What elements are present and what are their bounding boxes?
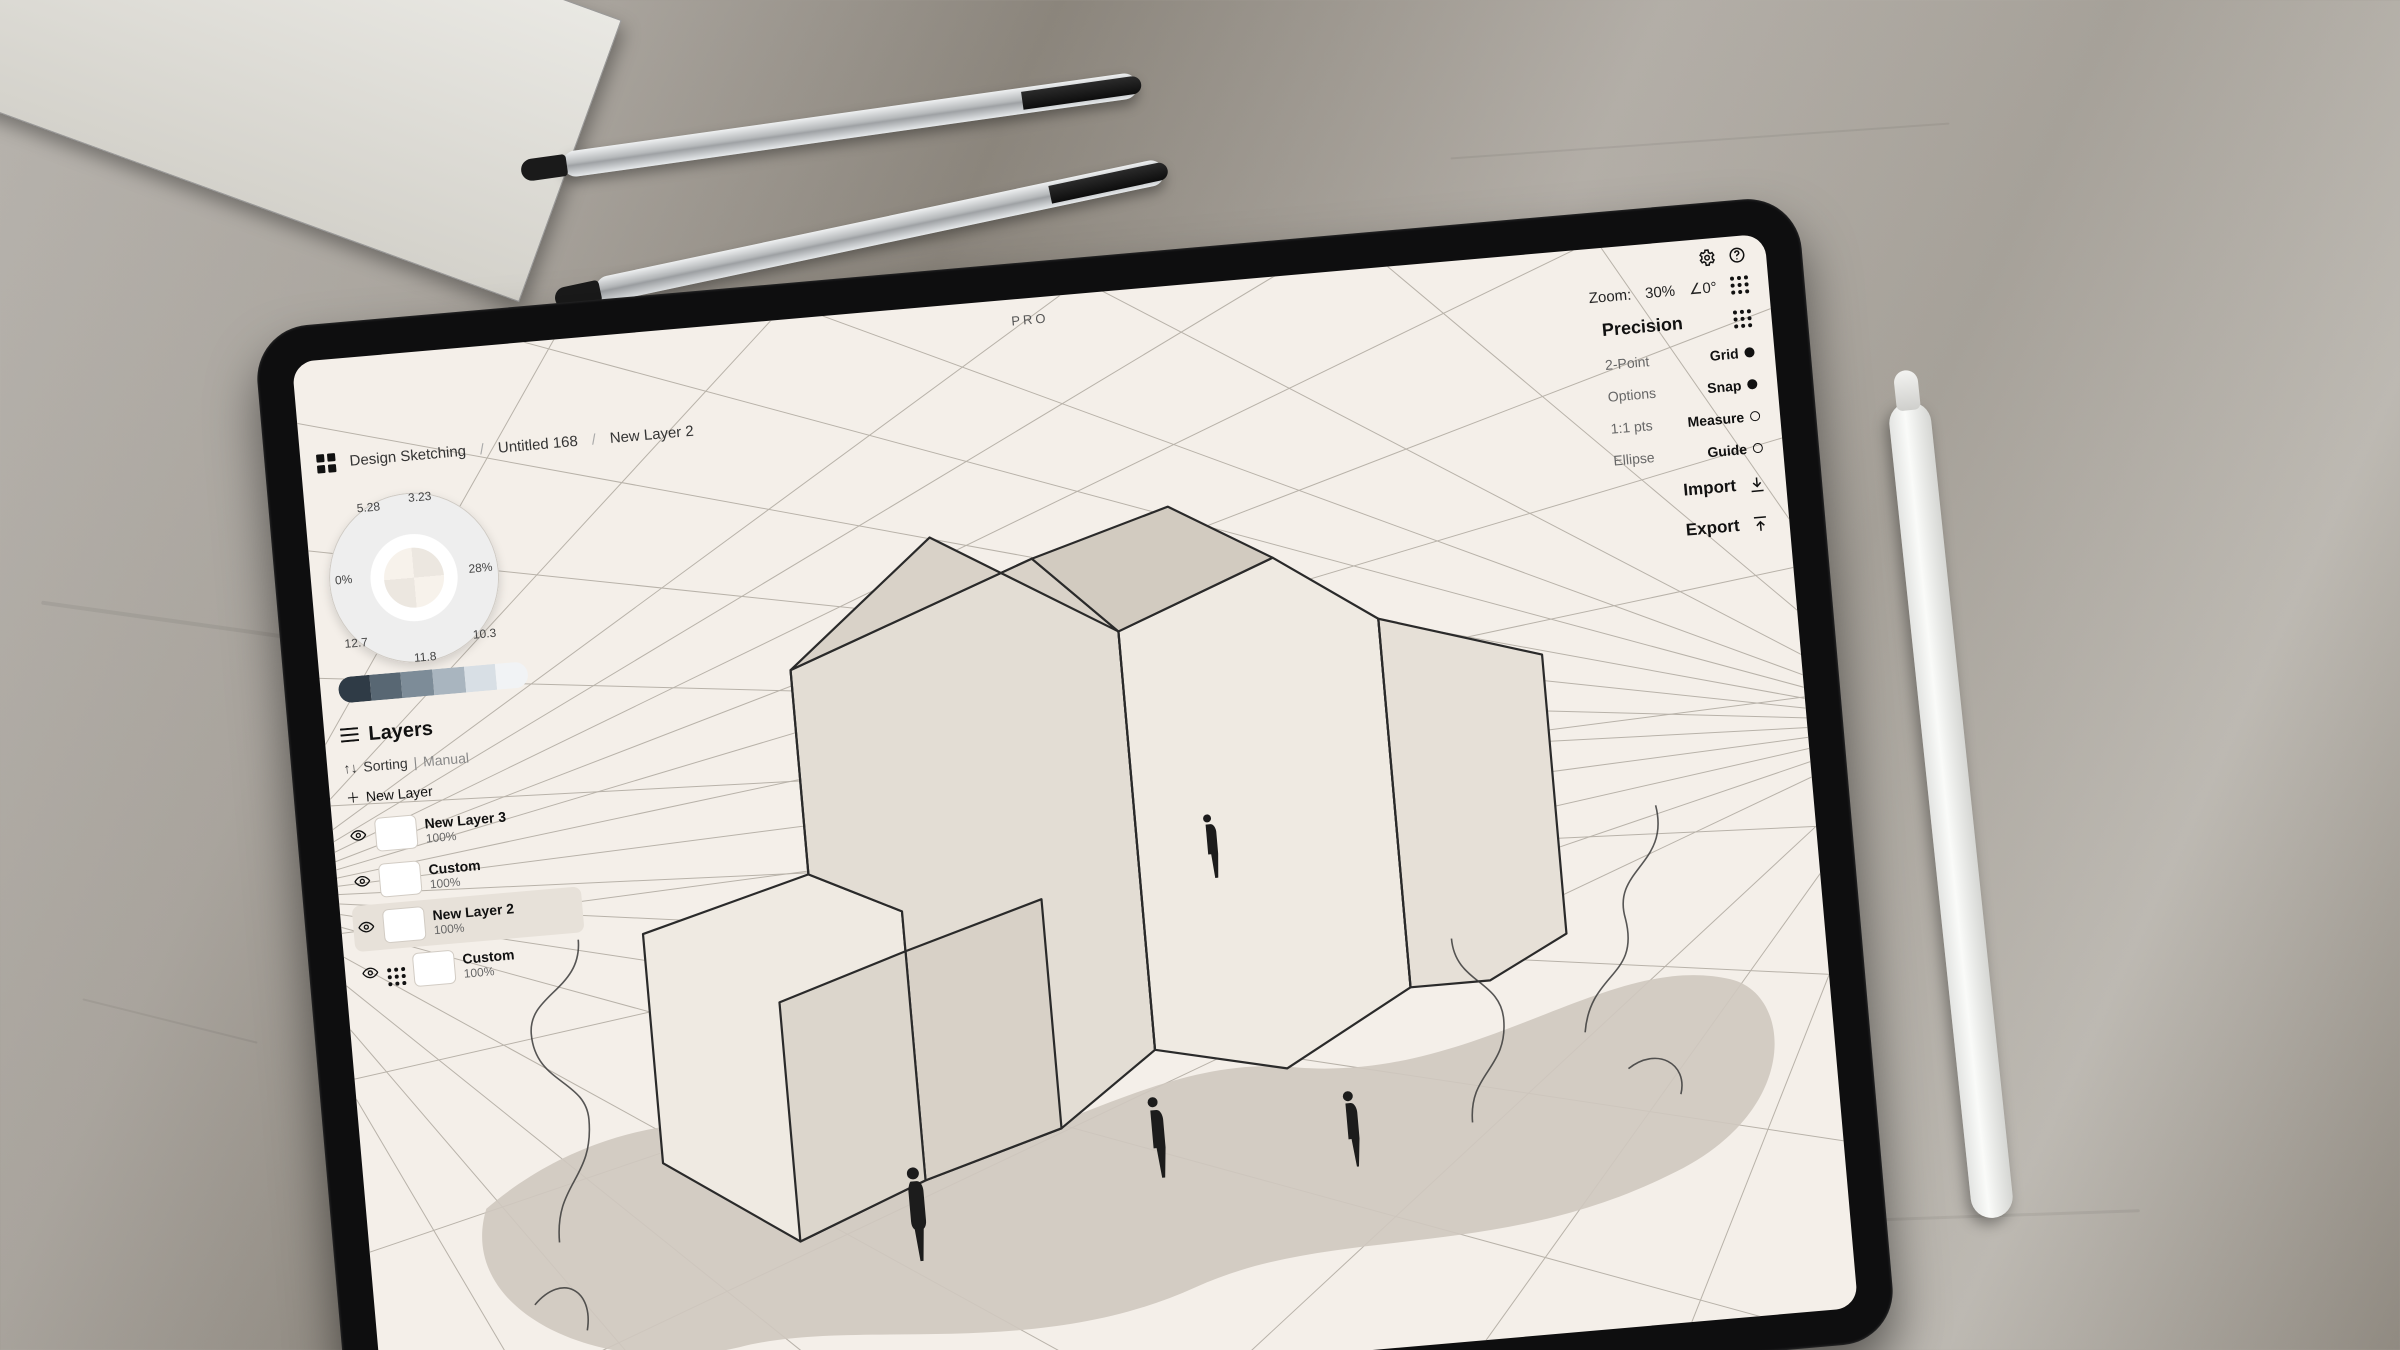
import-icon [1747,474,1767,494]
gear-icon[interactable] [1697,248,1717,272]
toggle-off-icon [1750,411,1761,422]
layers-title: Layers [368,718,434,747]
wheel-seg[interactable]: 3.23 [407,489,431,505]
zoom-value[interactable]: 30% [1644,282,1675,302]
apple-pencil [1887,400,2014,1220]
toggle-on-icon [1744,347,1755,358]
swatch[interactable] [369,672,403,701]
wheel-seg[interactable]: 12.7 [344,635,368,651]
wheel-seg[interactable]: 28% [468,560,493,576]
swatch[interactable] [337,675,371,704]
visibility-icon[interactable] [357,919,376,938]
app-screen[interactable]: PRO Zoom: 30% ∠0° Precision 2-Point Grid [292,234,1858,1350]
wheel-seg[interactable]: 0% [334,572,352,587]
wheel-seg[interactable]: 5.28 [356,499,380,515]
rotation-value[interactable]: ∠0° [1688,278,1717,298]
zoom-label: Zoom: [1588,286,1632,307]
physical-ruler [0,0,622,302]
layers-panel: Layers ↑↓ Sorting | Manual ＋ New Layer N… [335,700,588,998]
toggle-off-icon [1752,443,1763,454]
export-icon [1751,514,1771,534]
swatch[interactable] [401,669,435,698]
layer-thumb [412,950,457,988]
help-icon[interactable] [1727,245,1747,269]
swatch[interactable] [464,664,498,693]
layer-opacity: 100% [463,962,516,980]
plus-icon: ＋ [345,787,361,808]
tablet-device: PRO Zoom: 30% ∠0° Precision 2-Point Grid [253,195,1897,1350]
sort-icon: ↑↓ [343,759,358,776]
layer-thumb [374,814,419,852]
physical-pen [561,72,1139,178]
crumb-sep: / [479,441,485,458]
swatch[interactable] [432,667,466,696]
grid-thumb-icon[interactable] [386,957,406,985]
layer-thumb [382,906,427,944]
visibility-icon[interactable] [349,827,368,846]
visibility-icon[interactable] [353,873,372,892]
layer-opacity: 100% [429,873,482,891]
wheel-seg[interactable]: 11.8 [413,649,437,665]
menu-icon[interactable] [340,724,360,748]
drag-handle-icon[interactable] [1733,309,1753,329]
wheel-seg[interactable]: 10.3 [472,626,496,642]
view-grid-icon[interactable] [1730,275,1750,295]
toggle-on-icon [1747,379,1758,390]
wheel-center[interactable] [382,545,447,610]
layer-thumb [378,860,423,898]
precision-panel: Precision 2-Point Grid Options Snap 1:1 … [1601,307,1771,556]
apps-icon[interactable] [316,453,337,474]
crumb-sep: / [591,431,597,448]
visibility-icon[interactable] [361,965,380,984]
